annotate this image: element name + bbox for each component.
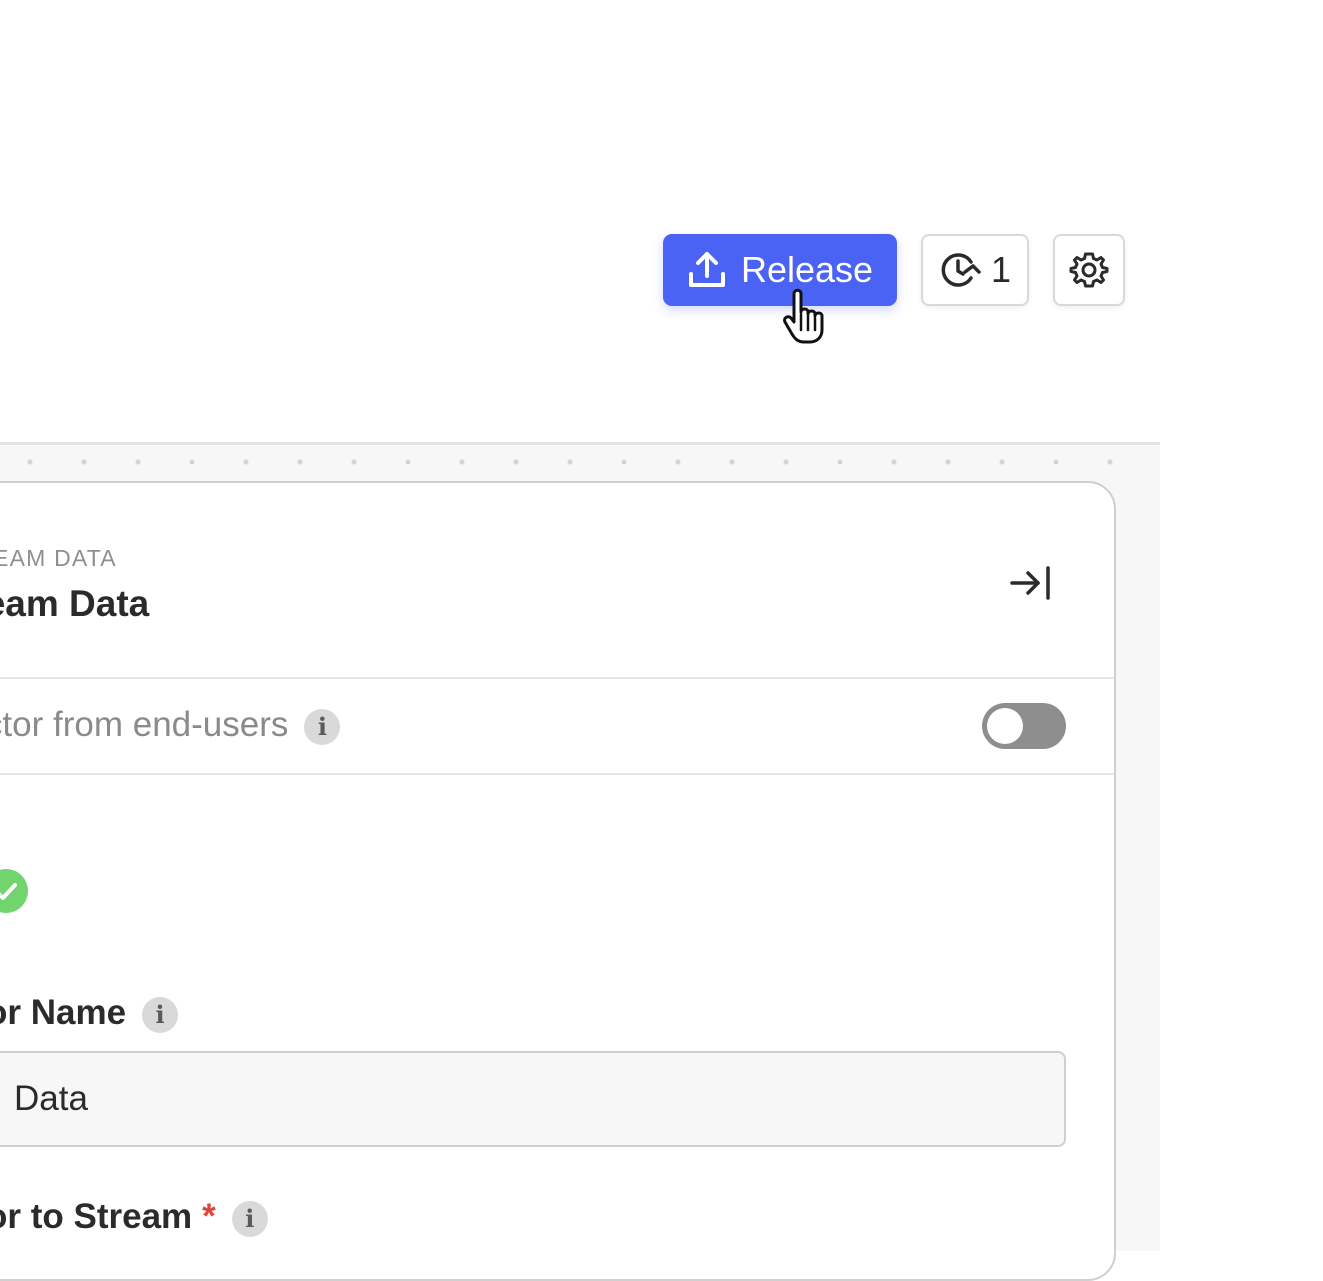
history-icon [941, 253, 981, 287]
hand-pointer-cursor [783, 288, 824, 344]
upload-icon [688, 252, 725, 287]
connector-name-input[interactable]: Data [0, 1051, 1066, 1147]
connector-to-stream-label: or to Stream * i [0, 1197, 268, 1237]
release-label: Release [740, 249, 874, 290]
settings-button[interactable] [1053, 234, 1125, 306]
gear-icon [1069, 252, 1109, 288]
info-icon[interactable]: i [231, 1200, 268, 1237]
hide-connector-row: nector from end-users i [0, 679, 1114, 775]
connector-to-stream-label-text: or to Stream [0, 1197, 193, 1236]
toggle-label: nector from end-users [0, 705, 289, 744]
check-circle-icon [0, 869, 28, 913]
connector-name-label: or Name i [0, 993, 179, 1033]
required-mark: * [202, 1197, 216, 1236]
panel-title: tream Data [0, 583, 150, 624]
panel-header: TREAM DATA tream Data [0, 483, 1114, 679]
info-icon[interactable]: i [304, 708, 341, 745]
toggle-knob [987, 708, 1023, 744]
connector-name-label-text: or Name [0, 993, 127, 1032]
history-count: 1 [990, 249, 1012, 290]
panel-eyebrow: TREAM DATA [0, 545, 117, 571]
hide-connector-toggle[interactable] [982, 703, 1066, 749]
history-button[interactable]: 1 [921, 234, 1029, 306]
stream-data-panel: TREAM DATA tream Data nector from end-us… [0, 481, 1116, 1281]
toggle-label-wrap: nector from end-users i [0, 705, 341, 745]
collapse-right-icon[interactable] [1008, 563, 1054, 603]
info-icon[interactable]: i [142, 996, 179, 1033]
